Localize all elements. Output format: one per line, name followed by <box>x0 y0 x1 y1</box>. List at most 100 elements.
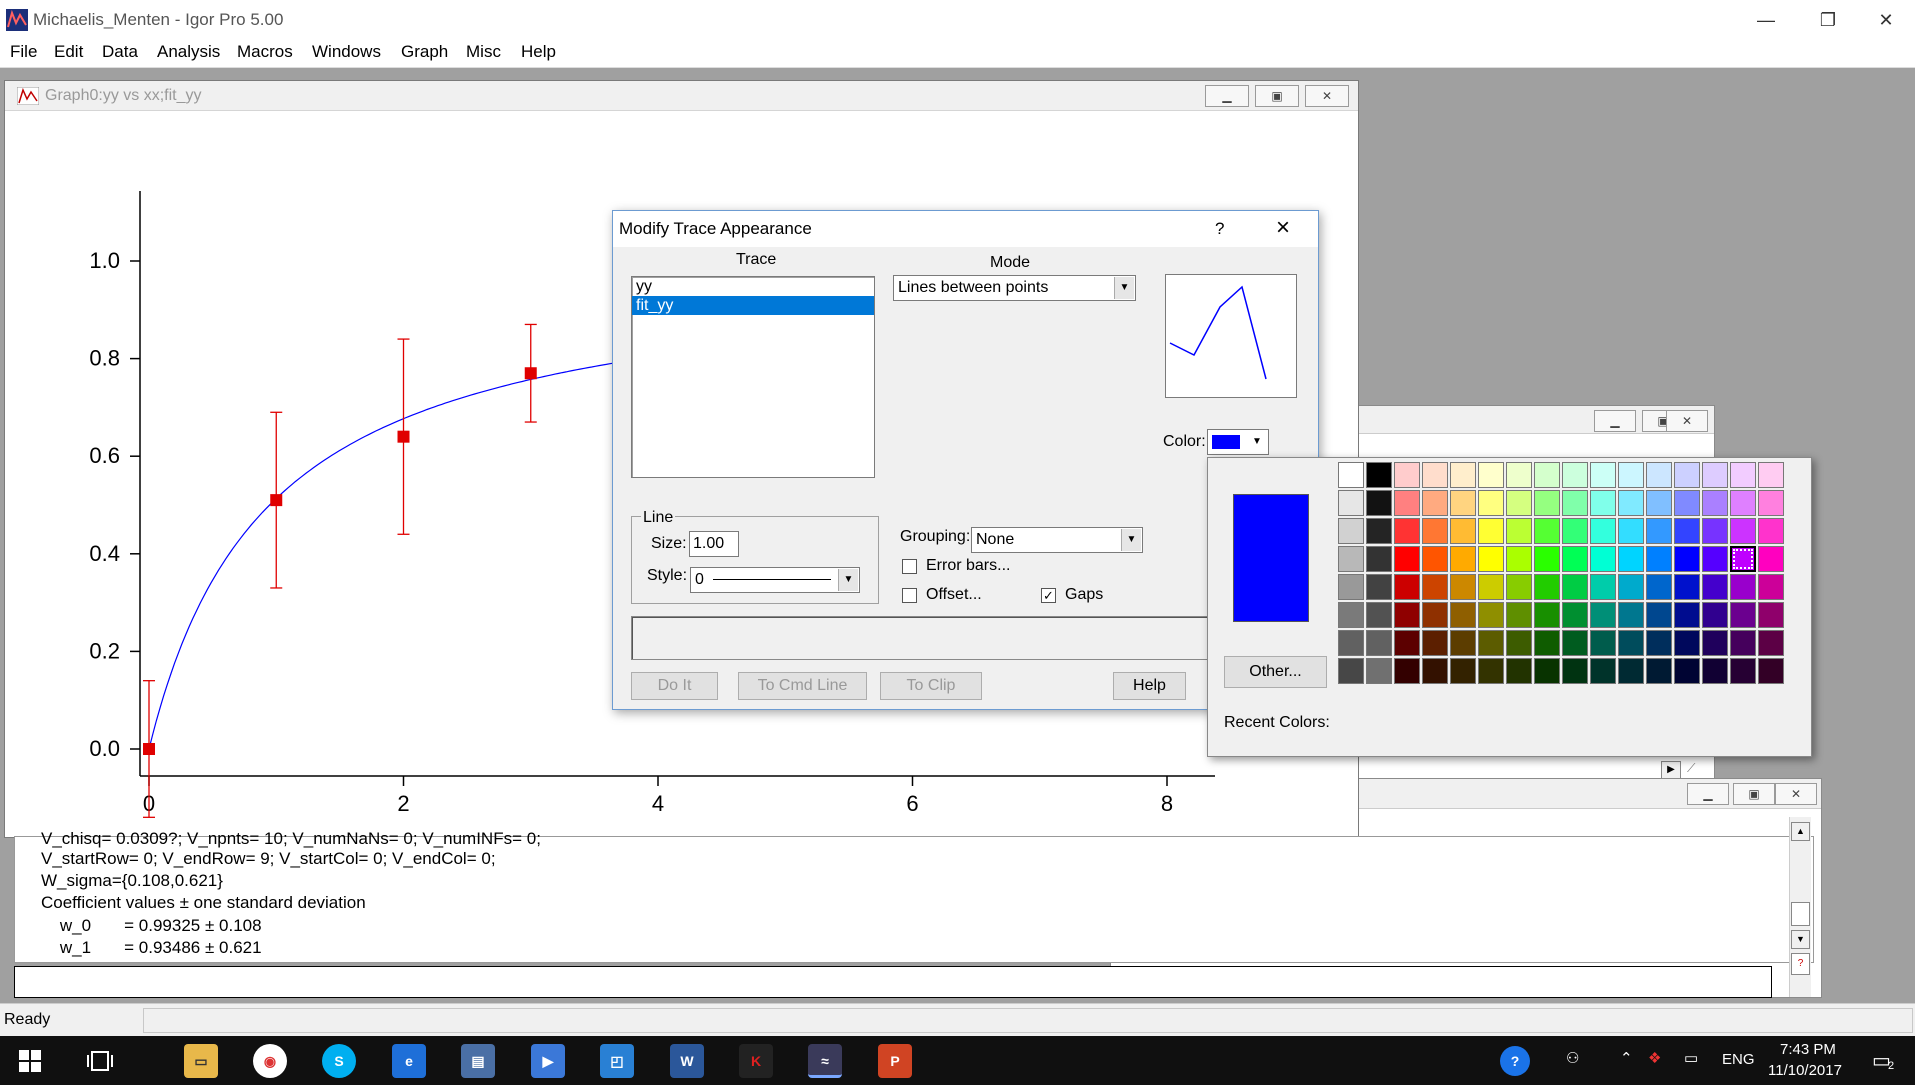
color-cell[interactable] <box>1730 574 1756 600</box>
color-grid[interactable] <box>1338 462 1784 684</box>
offset-label[interactable]: Offset... <box>926 586 982 604</box>
color-cell[interactable] <box>1394 602 1420 628</box>
color-cell[interactable] <box>1506 658 1532 684</box>
color-cell[interactable] <box>1506 630 1532 656</box>
menu-data[interactable]: Data <box>102 42 138 62</box>
color-cell[interactable] <box>1646 546 1672 572</box>
file-explorer-icon[interactable]: ▭ <box>184 1044 218 1078</box>
color-cell[interactable] <box>1674 574 1700 600</box>
color-cell[interactable] <box>1758 602 1784 628</box>
color-cell[interactable] <box>1618 546 1644 572</box>
color-cell[interactable] <box>1758 546 1784 572</box>
color-cell[interactable] <box>1534 630 1560 656</box>
color-cell[interactable] <box>1646 630 1672 656</box>
color-cell[interactable] <box>1674 658 1700 684</box>
color-cell[interactable] <box>1506 574 1532 600</box>
color-cell[interactable] <box>1590 490 1616 516</box>
clock-time[interactable]: 7:43 PM <box>1780 1041 1836 1058</box>
color-cell[interactable] <box>1730 462 1756 488</box>
color-cell[interactable] <box>1730 490 1756 516</box>
color-cell[interactable] <box>1646 574 1672 600</box>
color-cell[interactable] <box>1534 574 1560 600</box>
minimize-icon[interactable]: ▁ <box>1205 85 1249 107</box>
color-cell[interactable] <box>1394 462 1420 488</box>
color-cell[interactable] <box>1422 574 1448 600</box>
color-cell[interactable] <box>1674 630 1700 656</box>
color-cell[interactable] <box>1646 658 1672 684</box>
color-cell[interactable] <box>1366 602 1392 628</box>
color-cell[interactable] <box>1422 658 1448 684</box>
color-cell[interactable] <box>1394 490 1420 516</box>
color-cell[interactable] <box>1394 658 1420 684</box>
color-cell[interactable] <box>1730 630 1756 656</box>
color-cell[interactable] <box>1758 518 1784 544</box>
color-cell[interactable] <box>1450 602 1476 628</box>
color-cell[interactable] <box>1478 462 1504 488</box>
minimize-button[interactable]: — <box>1746 6 1786 34</box>
close-button[interactable]: ✕ <box>1866 6 1906 34</box>
color-cell[interactable] <box>1506 602 1532 628</box>
color-cell[interactable] <box>1758 462 1784 488</box>
history-scrollbar[interactable]: ▲ ▼ ? <box>1789 817 1811 997</box>
color-cell[interactable] <box>1394 574 1420 600</box>
color-cell[interactable] <box>1394 630 1420 656</box>
color-cell[interactable] <box>1450 490 1476 516</box>
color-cell[interactable] <box>1534 658 1560 684</box>
color-cell[interactable] <box>1366 546 1392 572</box>
size-input[interactable]: 1.00 <box>689 531 739 557</box>
task-view-icon[interactable] <box>86 1050 114 1072</box>
mode-select[interactable]: Lines between points ▼ <box>893 275 1136 301</box>
color-cell[interactable] <box>1702 630 1728 656</box>
color-cell[interactable] <box>1478 602 1504 628</box>
color-cell[interactable] <box>1674 546 1700 572</box>
color-cell[interactable] <box>1534 490 1560 516</box>
color-cell[interactable] <box>1702 658 1728 684</box>
color-cell[interactable] <box>1730 546 1756 572</box>
color-cell[interactable] <box>1590 518 1616 544</box>
menu-help[interactable]: Help <box>521 42 556 62</box>
color-cell[interactable] <box>1422 462 1448 488</box>
dialog-close-icon[interactable]: × <box>1276 214 1290 242</box>
color-cell[interactable] <box>1562 462 1588 488</box>
color-cell[interactable] <box>1450 462 1476 488</box>
menu-windows[interactable]: Windows <box>312 42 381 62</box>
color-cell[interactable] <box>1506 490 1532 516</box>
color-cell[interactable] <box>1450 518 1476 544</box>
color-cell[interactable] <box>1534 518 1560 544</box>
color-cell[interactable] <box>1730 602 1756 628</box>
maximize-icon[interactable]: ▣ <box>1255 85 1299 107</box>
offset-checkbox[interactable] <box>902 588 917 603</box>
color-cell[interactable] <box>1366 574 1392 600</box>
color-cell[interactable] <box>1450 546 1476 572</box>
help-button[interactable]: Help <box>1113 672 1186 700</box>
igor-taskbar-icon[interactable]: ≈ <box>808 1044 842 1078</box>
color-cell[interactable] <box>1366 462 1392 488</box>
windows-start-icon[interactable] <box>19 1050 41 1072</box>
resize-grip-icon[interactable]: ⟋ <box>1687 761 1709 779</box>
color-cell[interactable] <box>1506 462 1532 488</box>
color-cell[interactable] <box>1618 518 1644 544</box>
chevron-down-icon[interactable]: ▼ <box>1114 277 1134 299</box>
color-cell[interactable] <box>1758 490 1784 516</box>
color-cell[interactable] <box>1730 658 1756 684</box>
color-cell[interactable] <box>1758 630 1784 656</box>
minimize-icon[interactable]: ▁ <box>1594 410 1636 432</box>
restore-button[interactable]: ❐ <box>1808 6 1848 34</box>
color-cell[interactable] <box>1338 490 1364 516</box>
color-cell[interactable] <box>1590 630 1616 656</box>
color-cell[interactable] <box>1702 518 1728 544</box>
color-cell[interactable] <box>1506 546 1532 572</box>
chevron-down-icon[interactable]: ▼ <box>838 569 858 591</box>
to-clip-button[interactable]: To Clip <box>880 672 982 700</box>
trace-item-yy[interactable]: yy <box>632 277 874 296</box>
color-cell[interactable] <box>1646 518 1672 544</box>
trace-item-fit-yy[interactable]: fit_yy <box>632 296 874 315</box>
color-cell[interactable] <box>1338 630 1364 656</box>
do-it-button[interactable]: Do It <box>631 672 718 700</box>
help-tray-icon[interactable]: ? <box>1500 1046 1530 1076</box>
scroll-down-icon[interactable]: ▼ <box>1791 930 1810 949</box>
color-cell[interactable] <box>1478 546 1504 572</box>
menu-analysis[interactable]: Analysis <box>157 42 220 62</box>
color-cell[interactable] <box>1422 546 1448 572</box>
color-cell[interactable] <box>1646 490 1672 516</box>
